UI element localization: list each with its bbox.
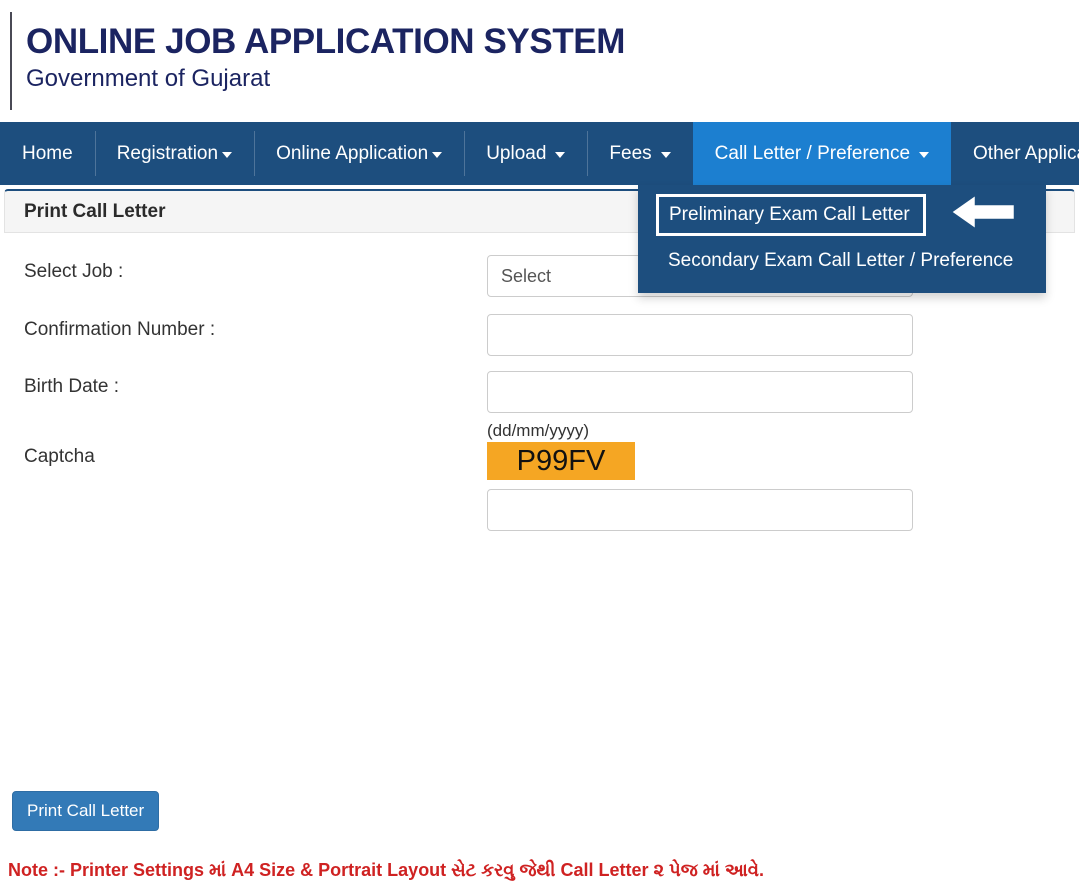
- nav-item-fees[interactable]: Fees: [587, 122, 692, 185]
- nav-item-home[interactable]: Home: [0, 122, 95, 185]
- dropdown-item-label: Preliminary Exam Call Letter: [669, 204, 910, 225]
- birth-date-input[interactable]: [487, 371, 913, 413]
- chevron-down-icon: [222, 151, 233, 158]
- main-navigation: Home Registration Online Application Upl…: [0, 122, 1079, 185]
- print-call-letter-form: Select Job : Select Confirmation Number …: [0, 233, 1079, 880]
- chevron-down-icon: [555, 151, 566, 158]
- nav-item-label: Home: [22, 143, 73, 164]
- birth-date-label: Birth Date :: [24, 376, 120, 397]
- select-job-label: Select Job :: [24, 261, 124, 282]
- nav-item-other-application[interactable]: Other Application: [951, 122, 1079, 185]
- dropdown-item-label: Secondary Exam Call Letter / Preference: [668, 250, 1014, 271]
- confirmation-number-label: Confirmation Number :: [24, 319, 216, 340]
- nav-item-label: Call Letter / Preference: [714, 143, 911, 164]
- nav-item-upload[interactable]: Upload: [464, 122, 587, 185]
- nav-item-label: Upload: [486, 143, 547, 164]
- captcha-input[interactable]: [487, 489, 913, 531]
- captcha-text: P99FV: [516, 445, 606, 477]
- dropdown-item-preliminary-exam-call-letter[interactable]: Preliminary Exam Call Letter: [656, 194, 926, 236]
- captcha-image: P99FV: [487, 442, 635, 480]
- site-subtitle: Government of Gujarat: [26, 65, 271, 92]
- chevron-down-icon: [919, 151, 930, 158]
- nav-item-label: Other Application: [973, 143, 1079, 164]
- nav-item-label: Fees: [609, 143, 652, 164]
- site-header: ONLINE JOB APPLICATION SYSTEM Government…: [0, 0, 1079, 122]
- confirmation-number-input[interactable]: [487, 314, 913, 356]
- header-divider-rule: [10, 12, 12, 110]
- brand-block: ONLINE JOB APPLICATION SYSTEM Government…: [26, 22, 625, 94]
- nav-item-label: Registration: [116, 143, 219, 164]
- print-call-letter-button[interactable]: Print Call Letter: [12, 791, 160, 831]
- site-title: ONLINE JOB APPLICATION SYSTEM: [26, 22, 626, 61]
- nav-item-registration[interactable]: Registration: [94, 122, 254, 185]
- nav-item-online-application[interactable]: Online Application: [254, 122, 464, 185]
- page-title: Print Call Letter: [24, 200, 166, 222]
- chevron-down-icon: [660, 151, 671, 158]
- left-arrow-annotation-icon: [952, 196, 1014, 228]
- chevron-down-icon: [432, 151, 443, 158]
- birth-date-format-hint: (dd/mm/yyyy): [487, 421, 589, 440]
- nav-item-call-letter-preference[interactable]: Call Letter / Preference: [692, 122, 952, 185]
- captcha-label: Captcha: [24, 446, 95, 467]
- nav-item-label: Online Application: [276, 143, 429, 164]
- printer-settings-note: Note :- Printer Settings માં A4 Size & P…: [8, 860, 764, 880]
- dropdown-item-secondary-exam-call-letter-preference[interactable]: Secondary Exam Call Letter / Preference: [638, 240, 1046, 281]
